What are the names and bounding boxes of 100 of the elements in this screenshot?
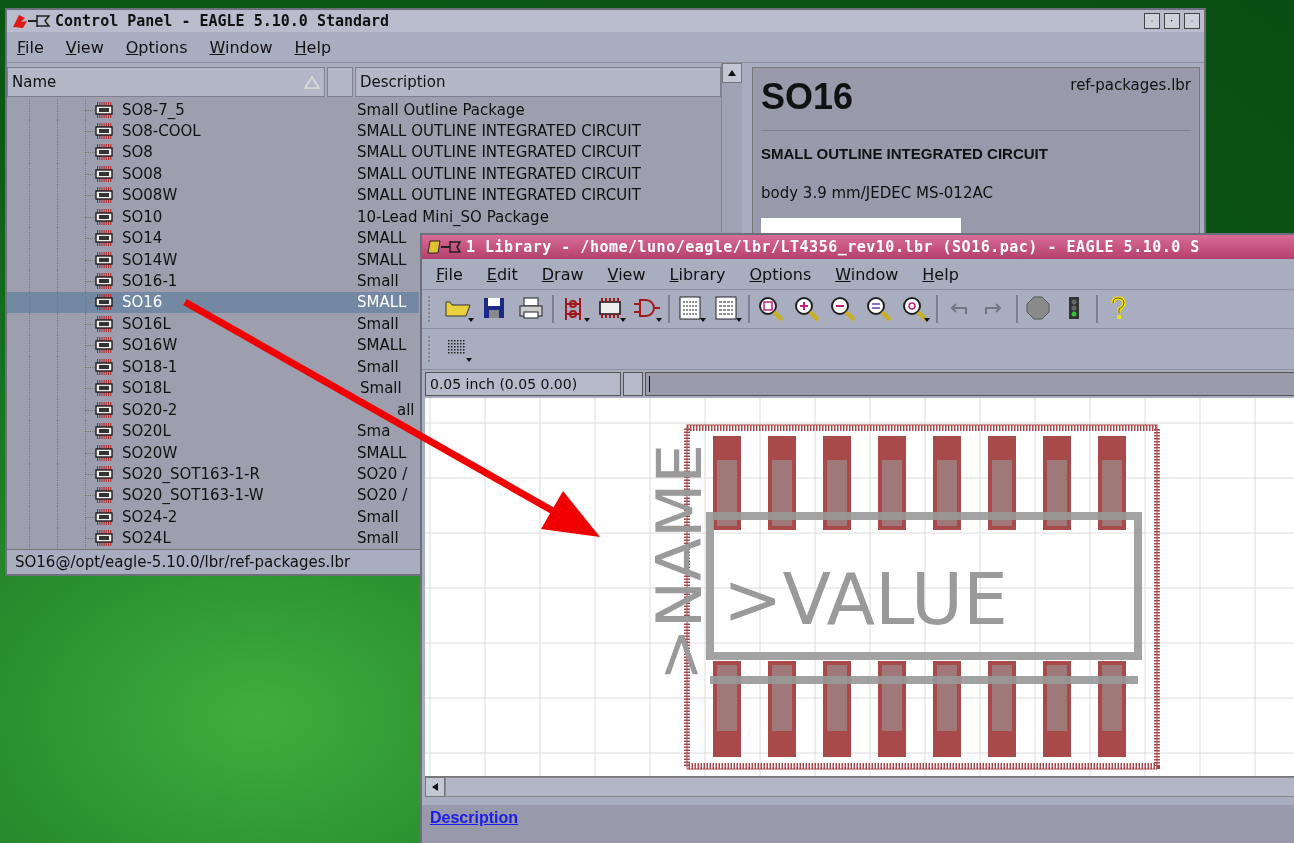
menu-item[interactable]: View — [607, 264, 646, 284]
list-row[interactable]: SO20_SOT163-1-W SO20 / — [7, 484, 419, 507]
menu-item[interactable]: Help — [922, 264, 959, 284]
zoom-fit-button[interactable] — [756, 294, 786, 324]
package-description: SO20 / — [357, 486, 408, 505]
menu-item[interactable]: Draw — [541, 264, 584, 284]
window-title: Control Panel - EAGLE 5.10.0 Standard — [55, 12, 390, 30]
menu-item[interactable]: Help — [294, 37, 332, 57]
document-button[interactable] — [712, 294, 742, 324]
list-row[interactable]: SO24-2 Small — [7, 506, 419, 528]
scroll-up-button[interactable] — [722, 63, 742, 83]
stop-sign-icon — [1026, 296, 1050, 320]
package-name: SO16 — [122, 293, 164, 312]
menu-item[interactable]: File — [436, 264, 463, 284]
package-description: SMALL OUTLINE INTEGRATED CIRCUIT — [357, 164, 641, 183]
scroll-left-button[interactable] — [425, 777, 445, 797]
zoom-redraw-button[interactable] — [864, 294, 894, 324]
grid-size-field: 0.05 inch (0.05 0.00) — [425, 372, 621, 396]
list-row[interactable]: SO24L Small — [7, 527, 419, 549]
description-column-header[interactable]: Description — [355, 67, 721, 97]
package-icon — [95, 380, 113, 397]
list-row[interactable]: SO8-7_5 Small Outline Package — [7, 98, 721, 121]
package-name: SO24L — [122, 529, 172, 548]
package-name: SO08W — [122, 186, 179, 205]
minimize-button[interactable] — [1144, 13, 1160, 29]
menu-item[interactable]: Options — [125, 37, 188, 57]
list-row[interactable]: SO20_SOT163-1-R SO20 / — [7, 463, 419, 485]
menu-item[interactable]: Options — [749, 264, 812, 284]
list-row[interactable]: SO16 SMALL — [7, 291, 419, 314]
traffic-light-icon — [1069, 297, 1079, 319]
list-row[interactable]: SO16W SMALL — [7, 334, 419, 357]
package-description: SMALL OUTLINE INTEGRATED CIRCUIT — [357, 143, 641, 162]
zoom-in-icon — [795, 297, 820, 322]
package-name: SO8-7_5 — [122, 100, 186, 119]
list-row[interactable]: SO10 10-Lead Mini_SO Package — [7, 206, 721, 228]
list-row[interactable]: SO14W SMALL — [7, 248, 419, 271]
package-icon — [95, 423, 113, 440]
package-name: SO20-2 — [122, 400, 179, 419]
menu-item[interactable]: Window — [835, 264, 899, 284]
package-name: SO14 — [122, 229, 164, 248]
package-icon — [95, 315, 113, 332]
zoom-out-button[interactable] — [828, 294, 858, 324]
list-row[interactable]: SO20W SMALL — [7, 441, 419, 464]
list-row[interactable]: SO16-1 Small — [7, 270, 419, 292]
gate-icon — [633, 299, 662, 322]
list-row[interactable]: SO14 SMALL — [7, 227, 419, 249]
package-description: Small — [357, 314, 399, 333]
document-icon — [715, 296, 742, 322]
zoom-in-button[interactable] — [792, 294, 822, 324]
zoom-select-icon — [903, 297, 930, 322]
list-row[interactable]: SO8 SMALL OUTLINE INTEGRATED CIRCUIT — [7, 141, 721, 164]
package-description: SMALL — [357, 229, 407, 248]
name-column-header[interactable]: Name — [7, 67, 325, 97]
maximize-button[interactable] — [1164, 13, 1180, 29]
list-row[interactable]: SO08W SMALL OUTLINE INTEGRATED CIRCUIT — [7, 184, 721, 206]
package-description: Small — [357, 529, 399, 548]
package-description: SMALL — [357, 336, 407, 355]
zoom-redraw-icon — [867, 297, 892, 322]
list-row[interactable]: SO20-2 all — [7, 398, 419, 421]
close-button[interactable] — [1184, 13, 1200, 29]
list-row[interactable]: SO18L Small — [7, 377, 419, 399]
zoom-out-icon — [831, 297, 856, 322]
package-heading: SMALL OUTLINE INTEGRATED CIRCUIT — [761, 145, 1049, 162]
command-field[interactable] — [645, 372, 1294, 396]
up-arrow-icon — [728, 70, 736, 76]
package-icon — [95, 294, 113, 311]
list-row[interactable]: SO16L Small — [7, 313, 419, 335]
package-name: SO10 — [122, 207, 164, 226]
list-row[interactable]: SO20L Sma — [7, 420, 419, 442]
chip-icon — [599, 297, 626, 322]
package-name: SO24-2 — [122, 507, 179, 526]
list-row[interactable]: SO8-COOL SMALL OUTLINE INTEGRATED CIRCUIT — [7, 120, 721, 142]
menu-item[interactable]: Library — [669, 264, 726, 284]
menu-item[interactable]: View — [65, 37, 104, 57]
script-icon — [679, 296, 706, 322]
package-name: SO08 — [122, 164, 164, 183]
save-icon — [484, 298, 504, 318]
library-name: ref-packages.lbr — [1070, 76, 1191, 94]
undo-icon — [950, 303, 967, 315]
script-button[interactable] — [676, 294, 706, 324]
list-row[interactable]: SO08 SMALL OUTLINE INTEGRATED CIRCUIT — [7, 163, 721, 185]
package-icon — [95, 187, 113, 204]
package-name: SO14W — [122, 250, 179, 269]
menu-item[interactable]: Window — [209, 37, 273, 57]
package-icon — [95, 487, 113, 504]
menu-item[interactable]: Edit — [486, 264, 518, 284]
schematic-icon — [565, 297, 590, 322]
window-title: 1 Library - /home/luno/eagle/lbr/LT4356_rev10.lbr (SO16.pac) - EAGLE 5.10.0 S — [466, 238, 1200, 256]
printer-icon — [519, 297, 543, 319]
package-icon — [95, 508, 113, 525]
package-description: Small — [360, 379, 402, 398]
package-description: Small Outline Package — [357, 100, 525, 119]
package-description: Small — [357, 357, 399, 376]
zoom-select-button[interactable] — [900, 294, 930, 324]
package-description: SMALL — [357, 443, 407, 462]
menu-item[interactable]: File — [17, 37, 44, 57]
package-icon — [95, 165, 113, 182]
list-row[interactable]: SO18-1 Small — [7, 356, 419, 378]
package-icon — [95, 358, 113, 375]
vertical-scrollbar[interactable] — [721, 63, 742, 232]
